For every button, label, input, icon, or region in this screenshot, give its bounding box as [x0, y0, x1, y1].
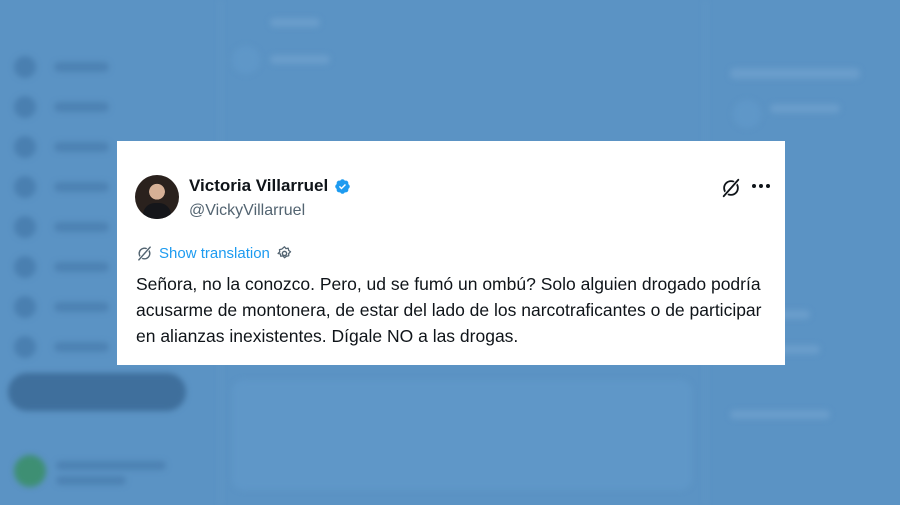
bg-nav-item	[14, 296, 109, 318]
verified-badge-icon	[335, 178, 350, 194]
author-avatar[interactable]	[135, 175, 179, 219]
bg-line	[270, 55, 330, 64]
author-name[interactable]: Victoria Villarruel	[189, 176, 328, 196]
bg-nav-item	[14, 256, 109, 278]
bg-card	[232, 380, 692, 490]
grok-icon[interactable]	[720, 177, 742, 199]
bg-line	[730, 68, 860, 79]
bg-avatar	[232, 46, 260, 74]
bg-nav-item	[14, 56, 109, 78]
bg-nav-item	[14, 336, 109, 358]
gear-icon[interactable]	[276, 245, 293, 262]
bg-nav-item	[14, 96, 109, 118]
author-handle[interactable]: @VickyVillarruel	[189, 202, 305, 220]
bg-nav-item	[14, 136, 109, 158]
tweet-text: Señora, no la conozco. Pero, ud se fumó …	[136, 274, 762, 346]
bg-line	[270, 18, 320, 27]
bg-profile-avatar	[14, 455, 46, 487]
bg-nav-item	[14, 216, 109, 238]
bg-line	[730, 410, 830, 419]
tweet-card: Victoria Villarruel @VickyVillarruel Sho…	[117, 141, 785, 365]
bg-avatar	[733, 100, 761, 128]
bg-profile-line	[56, 461, 166, 470]
translate-row: Show translation	[136, 245, 293, 262]
translate-icon	[137, 246, 152, 261]
bg-post-button	[8, 373, 186, 411]
more-dots-icon[interactable]	[749, 175, 773, 197]
bg-profile-line	[56, 476, 126, 485]
bg-nav-item	[14, 176, 109, 198]
bg-line	[770, 104, 840, 113]
show-translation-link[interactable]: Show translation	[159, 245, 270, 262]
author-name-row: Victoria Villarruel	[189, 176, 351, 196]
